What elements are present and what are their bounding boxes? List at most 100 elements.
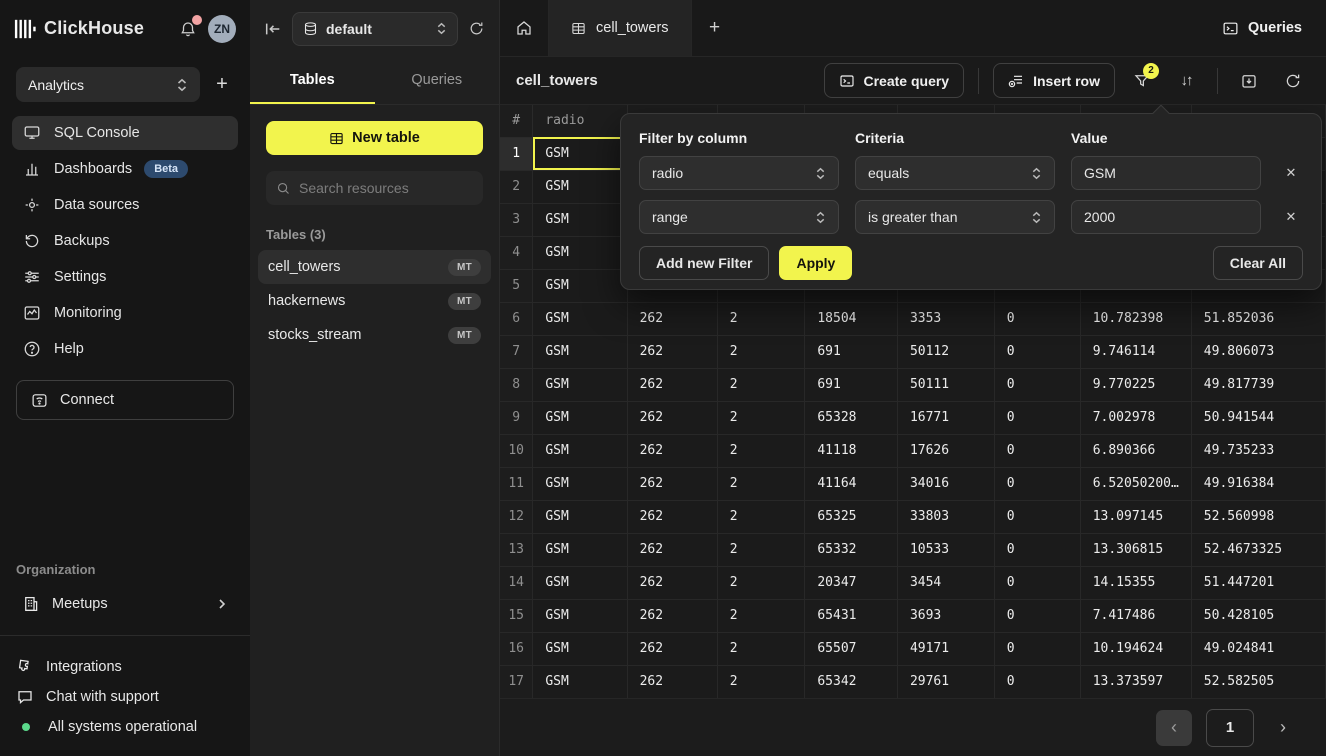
data-cell[interactable]: 49.916384: [1191, 467, 1325, 500]
prev-page-button[interactable]: ‹: [1156, 710, 1192, 746]
row-number-cell[interactable]: 1: [500, 137, 533, 170]
row-number-cell[interactable]: 7: [500, 335, 533, 368]
sidebar-item-help[interactable]: Help: [12, 332, 238, 366]
table-list-item-stocks-stream[interactable]: stocks_stream MT: [258, 318, 491, 352]
next-page-button[interactable]: ›: [1268, 717, 1298, 738]
data-cell[interactable]: 262: [627, 566, 717, 599]
row-number-cell[interactable]: 13: [500, 533, 533, 566]
row-number-cell[interactable]: 6: [500, 302, 533, 335]
data-cell[interactable]: GSM: [533, 500, 627, 533]
data-cell[interactable]: 10.782398: [1080, 302, 1191, 335]
data-cell[interactable]: 13.097145: [1080, 500, 1191, 533]
data-cell[interactable]: 0: [994, 368, 1080, 401]
data-cell[interactable]: 13.306815: [1080, 533, 1191, 566]
data-cell[interactable]: 0: [994, 302, 1080, 335]
connect-button[interactable]: Connect: [16, 380, 234, 420]
collapse-panel-icon[interactable]: [264, 21, 282, 37]
filter-value-input-2[interactable]: 2000: [1071, 200, 1261, 234]
clear-all-filters-button[interactable]: Clear All: [1213, 246, 1303, 280]
data-cell[interactable]: 2: [717, 335, 805, 368]
data-cell[interactable]: 49.024841: [1191, 632, 1325, 665]
data-cell[interactable]: 16771: [897, 401, 994, 434]
data-cell[interactable]: 262: [627, 665, 717, 698]
data-cell[interactable]: GSM: [533, 203, 627, 236]
remove-filter-2-icon[interactable]: ✕: [1277, 203, 1305, 231]
data-cell[interactable]: 691: [805, 368, 898, 401]
avatar[interactable]: ZN: [208, 15, 236, 43]
data-cell[interactable]: 262: [627, 302, 717, 335]
data-cell[interactable]: 65507: [805, 632, 898, 665]
data-cell[interactable]: 2: [717, 500, 805, 533]
data-cell[interactable]: 65332: [805, 533, 898, 566]
integrations-link[interactable]: Integrations: [0, 652, 250, 682]
data-cell[interactable]: 50.428105: [1191, 599, 1325, 632]
sidebar-item-dashboards[interactable]: Dashboards Beta: [12, 152, 238, 186]
data-cell[interactable]: 0: [994, 500, 1080, 533]
data-cell[interactable]: 50.941544: [1191, 401, 1325, 434]
data-cell[interactable]: GSM: [533, 533, 627, 566]
data-cell[interactable]: 51.852036: [1191, 302, 1325, 335]
row-number-cell[interactable]: 12: [500, 500, 533, 533]
data-cell[interactable]: GSM: [533, 632, 627, 665]
filter-icon[interactable]: 2: [1125, 64, 1159, 98]
data-cell[interactable]: 65342: [805, 665, 898, 698]
data-cell[interactable]: 9.746114: [1080, 335, 1191, 368]
data-cell[interactable]: 0: [994, 665, 1080, 698]
data-cell[interactable]: GSM: [533, 368, 627, 401]
row-number-cell[interactable]: 4: [500, 236, 533, 269]
remove-filter-1-icon[interactable]: ✕: [1277, 159, 1305, 187]
row-number-cell[interactable]: 11: [500, 467, 533, 500]
data-cell[interactable]: 34016: [897, 467, 994, 500]
filter-criteria-select-2[interactable]: is greater than: [855, 200, 1055, 234]
data-cell[interactable]: 33803: [897, 500, 994, 533]
data-cell[interactable]: 49.735233: [1191, 434, 1325, 467]
data-cell[interactable]: 2: [717, 599, 805, 632]
data-cell[interactable]: GSM: [533, 302, 627, 335]
row-number-cell[interactable]: 2: [500, 170, 533, 203]
data-cell[interactable]: 18504: [805, 302, 898, 335]
data-cell[interactable]: 52.582505: [1191, 665, 1325, 698]
data-cell[interactable]: 2: [717, 368, 805, 401]
sidebar-item-settings[interactable]: Settings: [12, 260, 238, 294]
search-resources-box[interactable]: [266, 171, 483, 205]
data-cell[interactable]: 262: [627, 533, 717, 566]
sort-icon[interactable]: ↓↑: [1169, 64, 1203, 98]
data-cell[interactable]: 262: [627, 599, 717, 632]
filter-column-select-2[interactable]: range: [639, 200, 839, 234]
data-cell[interactable]: GSM: [533, 434, 627, 467]
data-cell[interactable]: GSM: [533, 269, 627, 302]
data-cell[interactable]: 65431: [805, 599, 898, 632]
data-cell[interactable]: 3454: [897, 566, 994, 599]
filter-column-select-1[interactable]: radio: [639, 156, 839, 190]
data-cell[interactable]: 691: [805, 335, 898, 368]
data-cell[interactable]: 0: [994, 533, 1080, 566]
data-cell[interactable]: 10533: [897, 533, 994, 566]
row-number-cell[interactable]: 15: [500, 599, 533, 632]
data-cell[interactable]: 3353: [897, 302, 994, 335]
new-table-button[interactable]: New table: [266, 121, 483, 155]
row-number-cell[interactable]: 8: [500, 368, 533, 401]
data-cell[interactable]: 29761: [897, 665, 994, 698]
data-cell[interactable]: 2: [717, 401, 805, 434]
data-cell[interactable]: GSM: [533, 170, 627, 203]
tab-tables[interactable]: Tables: [250, 57, 375, 104]
data-cell[interactable]: 2: [717, 302, 805, 335]
data-cell[interactable]: 49.806073: [1191, 335, 1325, 368]
new-tab-button[interactable]: +: [692, 0, 738, 56]
data-cell[interactable]: 7.002978: [1080, 401, 1191, 434]
data-cell[interactable]: 262: [627, 500, 717, 533]
data-cell[interactable]: 50112: [897, 335, 994, 368]
insert-row-button[interactable]: Insert row: [993, 63, 1115, 98]
data-cell[interactable]: 0: [994, 335, 1080, 368]
sidebar-item-data-sources[interactable]: Data sources: [12, 188, 238, 222]
data-cell[interactable]: 262: [627, 335, 717, 368]
workspace-select[interactable]: Analytics: [16, 67, 200, 102]
data-cell[interactable]: GSM: [533, 137, 627, 170]
data-cell[interactable]: 65328: [805, 401, 898, 434]
data-cell[interactable]: 0: [994, 434, 1080, 467]
data-cell[interactable]: GSM: [533, 335, 627, 368]
data-cell[interactable]: GSM: [533, 467, 627, 500]
refresh-table-icon[interactable]: [1276, 64, 1310, 98]
row-number-cell[interactable]: 16: [500, 632, 533, 665]
data-cell[interactable]: 20347: [805, 566, 898, 599]
